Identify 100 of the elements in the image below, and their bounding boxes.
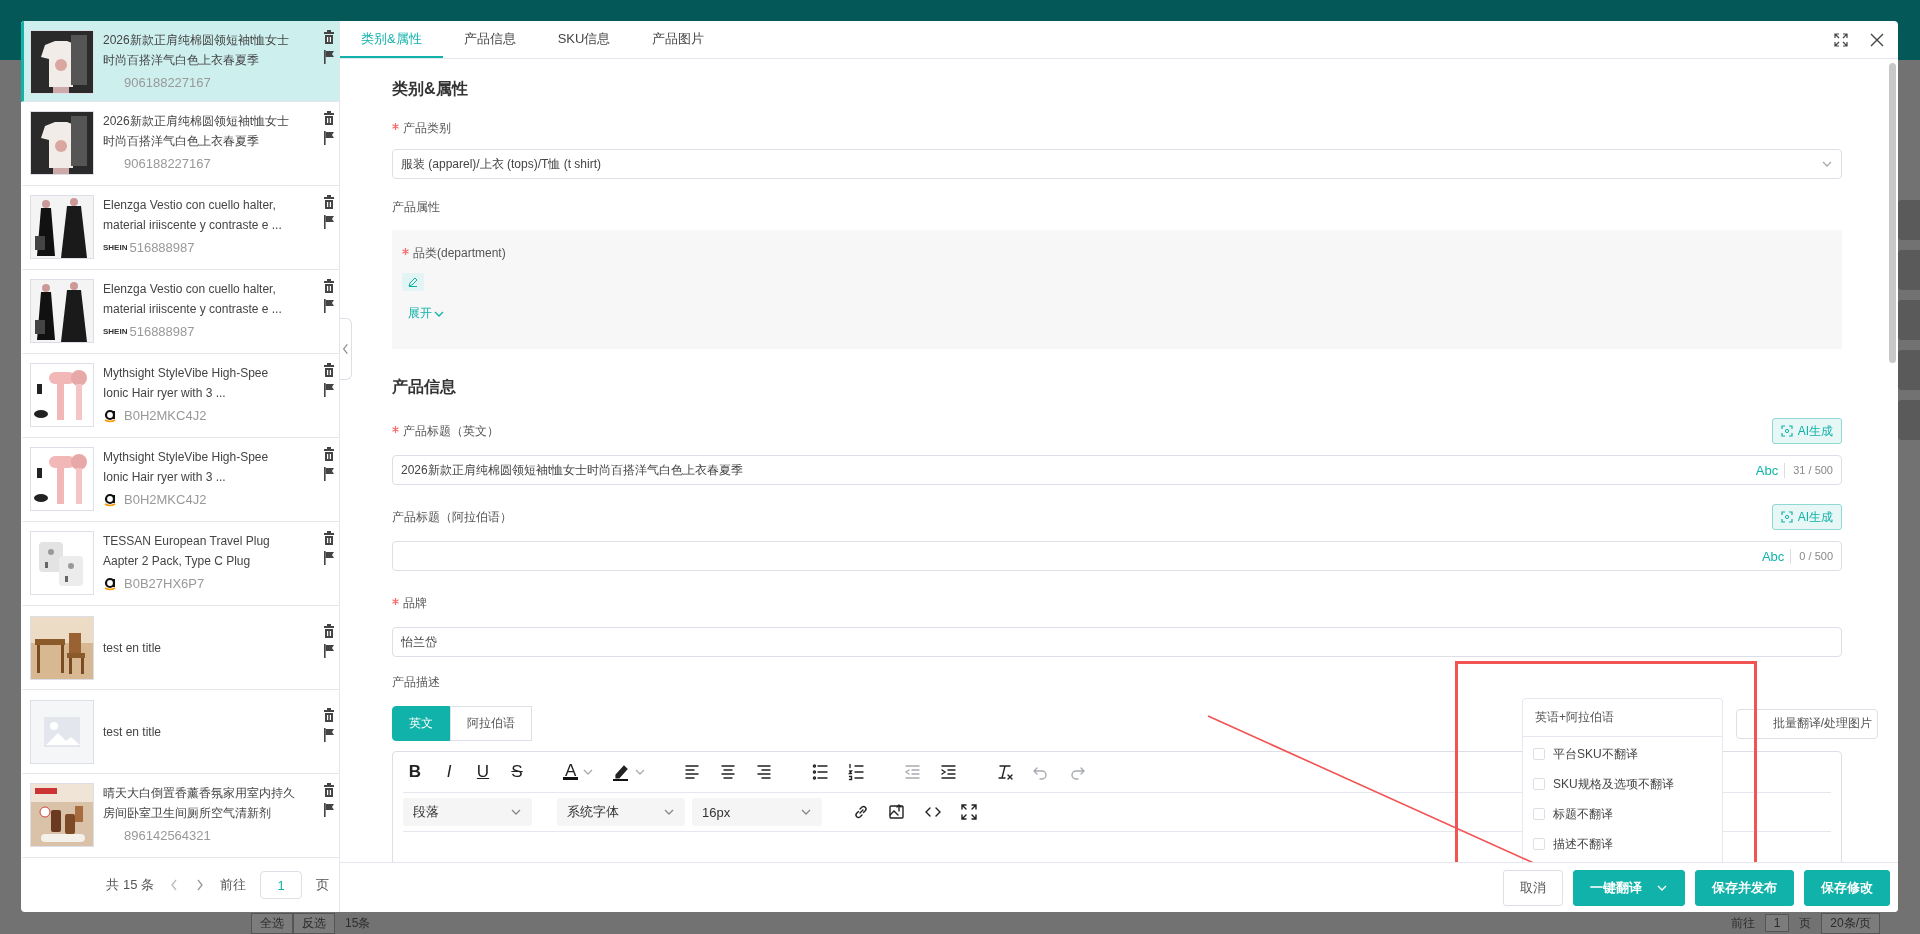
trash-icon	[323, 279, 335, 293]
bold-button[interactable]: B	[403, 758, 427, 786]
caret-icon	[800, 807, 812, 817]
flag-icon	[323, 551, 335, 565]
delete-button[interactable]	[323, 531, 335, 545]
flag-button[interactable]	[323, 215, 335, 229]
page-size-select[interactable]: 20条/页	[1821, 912, 1880, 934]
delete-button[interactable]	[323, 447, 335, 461]
outdent-icon	[904, 763, 923, 781]
checkbox[interactable]	[1533, 838, 1545, 850]
product-code: 906188227167	[124, 155, 211, 173]
menu-option[interactable]: SKU规格及选项不翻译	[1523, 769, 1722, 799]
menu-option[interactable]: 描述不翻译	[1523, 829, 1722, 859]
close-button[interactable]	[1870, 32, 1884, 47]
store-logo: SHEIN	[103, 242, 128, 254]
strike-button[interactable]: S	[505, 758, 529, 786]
char-counter: 0 / 500	[1799, 550, 1833, 562]
indent-icon	[940, 763, 959, 781]
scan-icon	[1780, 425, 1793, 437]
flag-button[interactable]	[323, 728, 335, 742]
trash-icon	[323, 363, 335, 377]
delete-button[interactable]	[323, 624, 335, 638]
field-label: 品类(department)	[402, 246, 506, 260]
checkbox[interactable]	[1533, 778, 1545, 790]
select-button[interactable]: 全选	[251, 912, 293, 934]
language-tab[interactable]: 阿拉伯语	[450, 706, 532, 741]
store-logo: SHEIN	[103, 326, 128, 338]
product-code: 896142564321	[124, 827, 211, 845]
fullscreen-icon	[960, 803, 978, 821]
menu-option[interactable]: 标题不翻译	[1523, 799, 1722, 829]
italic-button[interactable]: I	[437, 758, 461, 786]
product-title: Mythsight StyleVibe High-Spee Ionic Hair ryer with 3 ...	[103, 449, 270, 486]
total-count: 15条	[345, 914, 371, 932]
trash-icon	[323, 531, 335, 545]
trash-icon	[323, 195, 335, 209]
flag-button[interactable]	[323, 644, 335, 658]
input-field[interactable]: 怡兰岱	[392, 627, 1842, 657]
fullscreen-button[interactable]	[1834, 32, 1848, 47]
batch-translate-button[interactable]: 批量翻译/处理图片	[1735, 708, 1878, 739]
product-title: 2026新款正肩纯棉圆领短袖t恤女士 时尚百搭洋气白色上衣春夏季	[103, 32, 291, 69]
product-code: 516888987	[129, 239, 195, 257]
delete-button[interactable]	[323, 783, 335, 797]
flag-icon	[323, 299, 335, 313]
tab[interactable]: SKU信息	[536, 21, 632, 58]
trash-icon	[323, 624, 335, 638]
flag-button[interactable]	[323, 803, 335, 817]
product-title: Elenzga Vestio con cuello halter, material iriiscente y contraste e ...	[103, 197, 283, 234]
page-input[interactable]: 1	[1764, 914, 1790, 932]
product-title: TESSAN European Travel Plug Aapter 2 Pack, Type C Plug	[103, 533, 271, 570]
underline-button[interactable]: U	[471, 758, 495, 786]
flag-button[interactable]	[323, 299, 335, 313]
section-title: 类别&属性	[392, 79, 469, 99]
collapse-handle[interactable]	[340, 318, 352, 380]
trash-icon	[323, 708, 335, 722]
flag-button[interactable]	[323, 131, 335, 145]
total-count: 共 15 条	[106, 876, 154, 894]
clear-format-icon	[996, 763, 1015, 781]
delete-button[interactable]	[323, 195, 335, 209]
product-code: B0H2MKC4J2	[124, 407, 207, 425]
image-placeholder-icon	[44, 716, 80, 747]
product-title: Elenzga Vestio con cuello halter, material iriiscente y contraste e ...	[103, 281, 283, 318]
format-select[interactable]: 段落	[403, 798, 532, 826]
flag-button[interactable]	[323, 551, 335, 565]
product-title: test en title	[103, 723, 163, 741]
delete-button[interactable]	[323, 708, 335, 722]
format-select[interactable]: 16px	[692, 798, 822, 826]
flag-icon	[323, 467, 335, 481]
input-field[interactable]: Abc 0 / 500	[392, 541, 1842, 571]
number-list-icon	[848, 763, 867, 781]
font-color-button[interactable]: A	[559, 758, 599, 786]
flag-icon	[323, 803, 335, 817]
product-title: test en title	[103, 639, 163, 657]
flag-button[interactable]	[323, 383, 335, 397]
flag-icon	[323, 728, 335, 742]
flag-icon	[323, 50, 335, 64]
flag-icon	[323, 215, 335, 229]
checkbox[interactable]	[1533, 748, 1545, 760]
product-code: 516888987	[129, 323, 195, 341]
product-list-item[interactable]: 2026新款正肩纯棉圆领短袖t恤女士 时尚百搭洋气白色上衣春夏季 906188227167	[21, 21, 339, 102]
checkbox[interactable]	[1533, 808, 1545, 820]
tab[interactable]: 产品图片	[631, 21, 726, 58]
cancel-button[interactable]: 取消	[1503, 869, 1563, 906]
store-logo-icon	[103, 493, 117, 507]
delete-button[interactable]	[323, 279, 335, 293]
caret-icon	[1821, 159, 1833, 169]
scrollbar[interactable]	[1889, 63, 1896, 363]
tab[interactable]: 产品信息	[442, 21, 537, 58]
trash-icon	[323, 447, 335, 461]
format-select[interactable]: 系统字体	[557, 798, 685, 826]
char-counter: 31 / 500	[1793, 464, 1833, 476]
field-label: 产品描述	[392, 673, 440, 691]
flag-button[interactable]	[323, 50, 335, 64]
input-field[interactable]: 2026新款正肩纯棉圆领短袖t恤女士时尚百搭洋气白色上衣春夏季 Abc 31 / 500	[392, 455, 1842, 485]
flag-button[interactable]	[323, 467, 335, 481]
delete-button[interactable]	[323, 363, 335, 377]
category-select[interactable]: 服装 (apparel)/上衣 (tops)/T恤 (t shirt)	[392, 149, 1842, 179]
select-button[interactable]: 反选	[293, 912, 335, 934]
delete-button[interactable]	[323, 111, 335, 125]
product-code: B0B27HX6P7	[124, 575, 205, 593]
delete-button[interactable]	[323, 30, 335, 44]
